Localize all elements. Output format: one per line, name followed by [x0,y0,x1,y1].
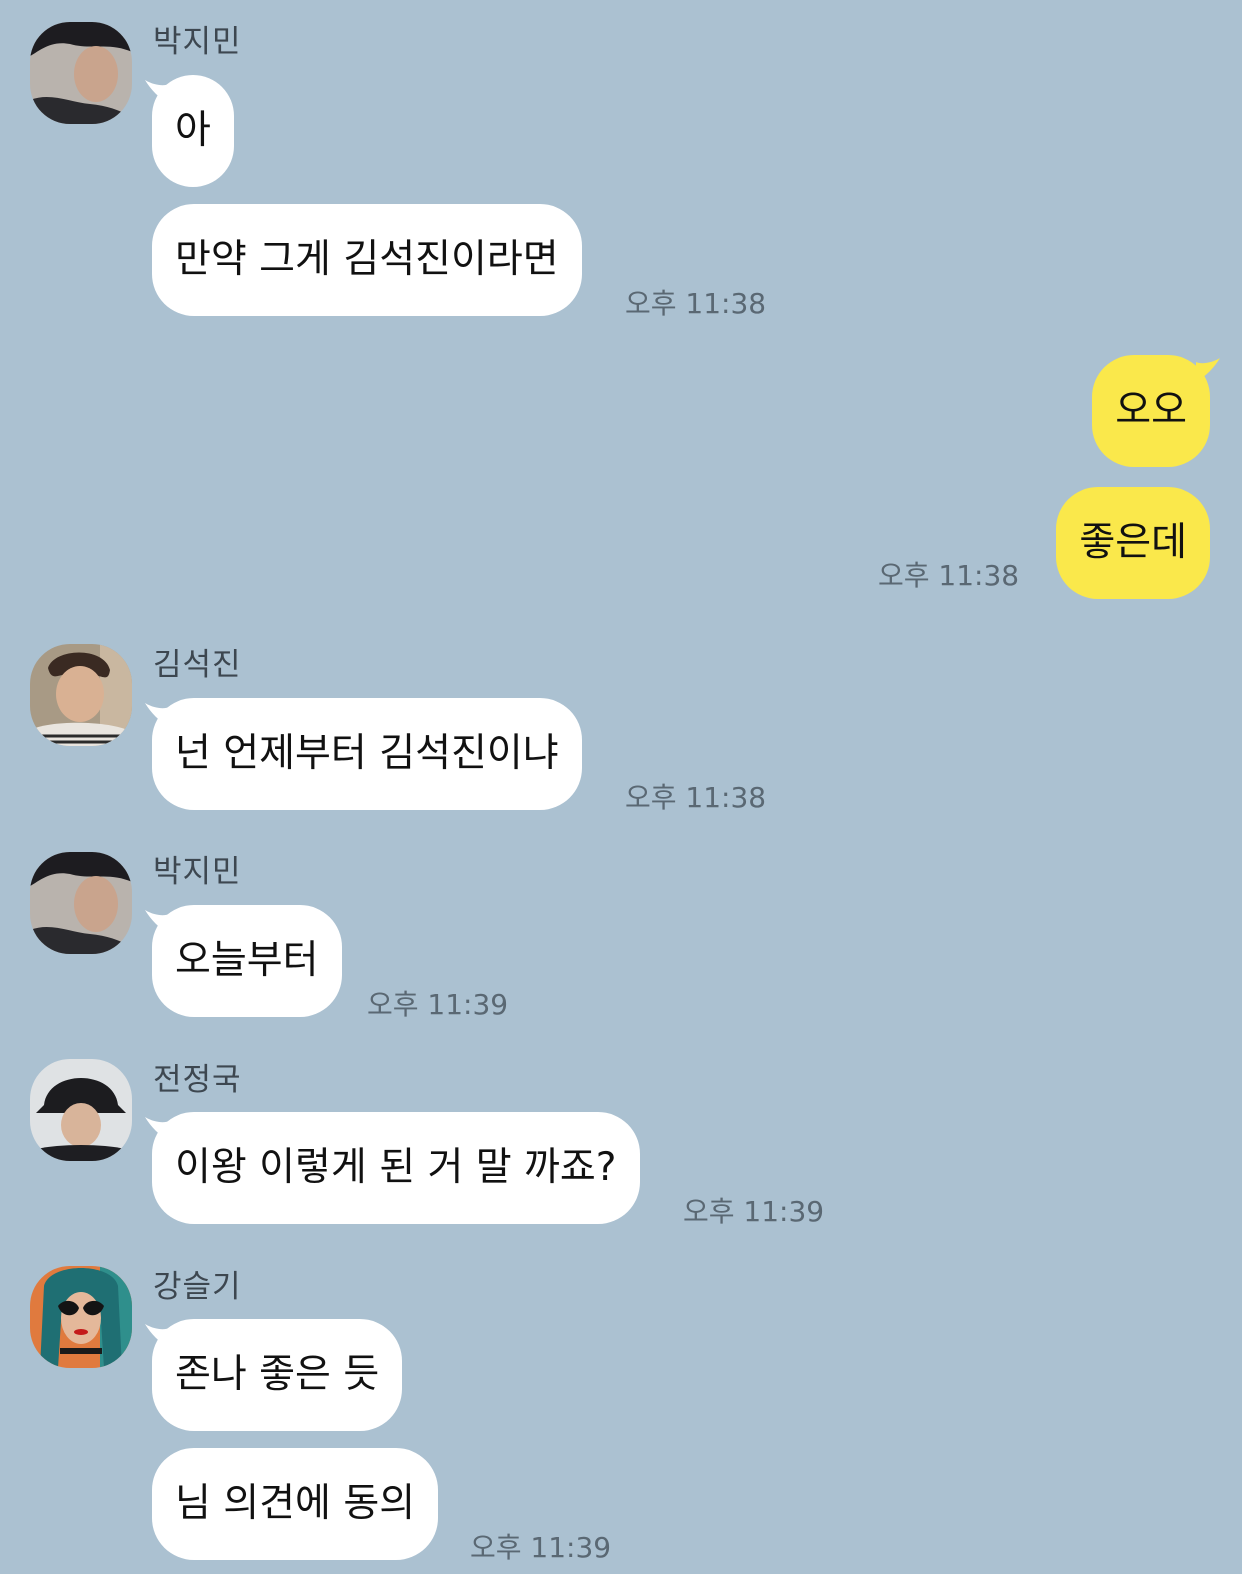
message-bubble[interactable]: 존나 좋은 듯 [152,1319,403,1431]
timestamp: 오후 11:38 [878,559,1020,592]
sender-name: 전정국 [153,1062,242,1098]
message-bubble[interactable]: 오늘부터 [152,905,342,1017]
profile-photo [30,1266,132,1368]
profile-photo [30,852,132,954]
message-bubble[interactable]: 님 의견에 동의 [152,1448,439,1560]
timestamp: 오후 11:39 [683,1195,825,1228]
message-bubble[interactable]: 아 [152,75,234,187]
avatar-jimin[interactable] [30,852,132,954]
avatar-seulgi[interactable] [30,1266,132,1368]
sender-name: 강슬기 [153,1269,242,1305]
chat-area[interactable]: 박지민 아 만약 그게 김석진이라면 오후 11:38 오오 좋은데 오후 11… [0,0,1242,1574]
timestamp: 오후 11:38 [625,287,767,320]
sender-name: 김석진 [153,647,242,683]
message-bubble[interactable]: 만약 그게 김석진이라면 [152,204,582,316]
timestamp: 오후 11:38 [625,781,767,814]
timestamp: 오후 11:39 [470,1531,612,1564]
profile-photo [30,22,132,124]
timestamp: 오후 11:39 [367,988,509,1021]
sender-name: 박지민 [153,854,242,890]
avatar-seokjin[interactable] [30,644,132,746]
message-bubble[interactable]: 넌 언제부터 김석진이냐 [152,698,582,810]
avatar-jungkook[interactable] [30,1059,132,1161]
message-bubble[interactable]: 이왕 이렇게 된 거 말 까죠? [152,1112,640,1224]
my-message-bubble[interactable]: 오오 [1092,355,1210,467]
sender-name: 박지민 [153,24,242,60]
profile-photo [30,1059,132,1161]
profile-photo [30,644,132,746]
avatar-jimin[interactable] [30,22,132,124]
my-message-bubble[interactable]: 좋은데 [1056,487,1210,599]
